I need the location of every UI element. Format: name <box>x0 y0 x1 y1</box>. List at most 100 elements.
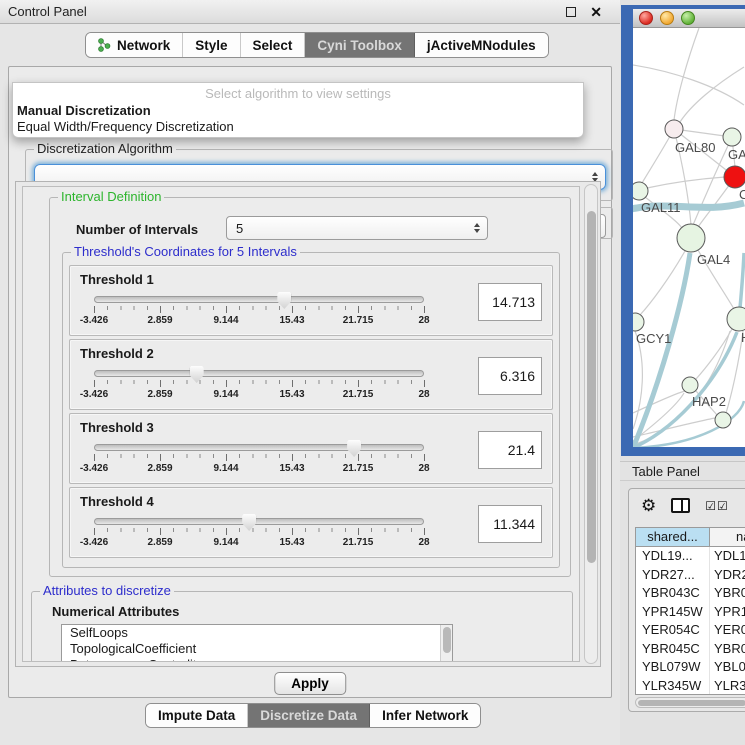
algorithm-dropdown-popup: Select algorithm to view settings Manual… <box>12 82 584 138</box>
tick-label: 15.43 <box>279 315 304 326</box>
settings-viewport: Interval Definition Number of Intervals … <box>22 186 580 662</box>
network-node[interactable] <box>633 313 644 331</box>
network-node[interactable] <box>727 307 745 331</box>
network-node[interactable] <box>633 182 648 200</box>
network-node[interactable] <box>677 224 705 252</box>
table-row[interactable]: YDL19...YDL1 <box>636 547 745 566</box>
tab-label: Impute Data <box>158 708 235 723</box>
network-canvas[interactable]: GAL80GACGAL11GAL4GCY1HHAP2 <box>633 28 745 447</box>
close-icon[interactable]: ✕ <box>590 4 602 21</box>
cell-name[interactable]: YER0 <box>710 621 745 640</box>
table-row[interactable]: YLR345WYLR3 <box>636 677 745 696</box>
cell-shared-name[interactable]: YER054C <box>636 621 710 640</box>
cell-shared-name[interactable]: YLR345W <box>636 677 710 696</box>
cell-shared-name[interactable]: YBL079W <box>636 658 710 677</box>
table-row[interactable]: YBR043CYBR0 <box>636 584 745 603</box>
slider-scale-labels: -3.4262.8599.14415.4321.71528 <box>94 315 424 327</box>
scrollbar-thumb[interactable] <box>587 211 596 563</box>
cell-name[interactable]: YDR2 <box>710 566 745 585</box>
tab-discretize-data[interactable]: Discretize Data <box>248 704 370 727</box>
attribute-list-item[interactable]: TopologicalCoefficient <box>62 641 452 657</box>
settings-vertical-scrollbar[interactable] <box>584 184 598 664</box>
table-row[interactable]: YBL079WYBL0 <box>636 658 745 677</box>
network-window-titlebar[interactable] <box>633 9 745 28</box>
popup-option-equal-width-frequency[interactable]: Equal Width/Frequency Discretization <box>17 119 579 135</box>
scrollbar-thumb[interactable] <box>443 627 451 653</box>
cell-name[interactable]: YBR0 <box>710 584 745 603</box>
tick-label: 15.43 <box>279 537 304 548</box>
list-vertical-scrollbar[interactable] <box>440 625 452 662</box>
column-header-name[interactable]: name <box>710 528 745 546</box>
scrollbar-thumb[interactable] <box>638 700 745 706</box>
cell-shared-name[interactable]: YBR045C <box>636 640 710 659</box>
network-node[interactable] <box>723 128 741 146</box>
table-row[interactable]: YPR145WYPR1 <box>636 603 745 622</box>
cell-name[interactable]: YPR1 <box>710 603 745 622</box>
tick-label: -3.426 <box>80 389 108 400</box>
thresholds-group: Threshold's Coordinates for 5 Intervals … <box>62 252 560 568</box>
control-panel-titlebar: Control Panel ✕ <box>0 0 620 24</box>
tick-label: 21.715 <box>343 315 374 326</box>
cell-name[interactable]: YLR3 <box>710 677 745 696</box>
cell-shared-name[interactable]: YPR145W <box>636 603 710 622</box>
tab-infer-network[interactable]: Infer Network <box>370 704 480 727</box>
threshold-value-field[interactable]: 6.316 <box>478 357 542 395</box>
tick-label: 21.715 <box>343 389 374 400</box>
minimize-traffic-light-icon[interactable] <box>660 11 674 25</box>
network-view-window[interactable]: GAL80GACGAL11GAL4GCY1HHAP2 <box>621 5 745 456</box>
network-node-label: H <box>741 330 745 345</box>
slider-track[interactable] <box>94 370 424 377</box>
attribute-list-item[interactable]: BetweennessCentrality <box>62 657 452 662</box>
tab-select[interactable]: Select <box>241 33 306 57</box>
table-row[interactable]: YBR045CYBR0 <box>636 640 745 659</box>
slider-track[interactable] <box>94 296 424 303</box>
numerical-attributes-list[interactable]: SelfLoopsTopologicalCoefficientBetweenne… <box>61 624 453 662</box>
cell-shared-name[interactable]: YBR043C <box>636 584 710 603</box>
cell-name[interactable]: YBR0 <box>710 640 745 659</box>
tick-label: 28 <box>418 537 429 548</box>
tab-cyni-toolbox[interactable]: Cyni Toolbox <box>305 33 415 57</box>
tab-jactivemnodules[interactable]: jActiveMNodules <box>415 33 548 57</box>
network-node[interactable] <box>682 377 698 393</box>
table-row[interactable]: YDR27...YDR2 <box>636 566 745 585</box>
gear-icon[interactable]: ⚙ <box>641 497 656 514</box>
tab-label: Cyni Toolbox <box>317 38 402 53</box>
tab-impute-data[interactable]: Impute Data <box>146 704 248 727</box>
slider-track[interactable] <box>94 518 424 525</box>
threshold-slider: -3.4262.8599.14415.4321.71528 <box>94 296 424 327</box>
tab-label: Network <box>117 38 170 53</box>
cell-name[interactable]: YDL1 <box>710 547 745 566</box>
apply-button[interactable]: Apply <box>274 672 346 695</box>
column-header-shared[interactable]: shared... <box>636 528 710 546</box>
network-edge <box>740 253 744 308</box>
threshold-slider: -3.4262.8599.14415.4321.71528 <box>94 444 424 475</box>
table-row[interactable]: YER054CYER0 <box>636 621 745 640</box>
tab-style[interactable]: Style <box>183 33 240 57</box>
cell-name[interactable]: YBL0 <box>710 658 745 677</box>
zoom-traffic-light-icon[interactable] <box>681 11 695 25</box>
cell-shared-name[interactable]: YDL19... <box>636 547 710 566</box>
threshold-label: Threshold 4 <box>80 494 154 509</box>
tick-label: 15.43 <box>279 389 304 400</box>
close-traffic-light-icon[interactable] <box>639 11 653 25</box>
cell-shared-name[interactable]: YDR27... <box>636 566 710 585</box>
threshold-value-field[interactable]: 11.344 <box>478 505 542 543</box>
split-columns-icon[interactable] <box>671 498 690 513</box>
network-node[interactable] <box>665 120 683 138</box>
threshold-value: 11.344 <box>479 506 541 542</box>
threshold-value: 21.4 <box>479 432 541 468</box>
threshold-value-field[interactable]: 14.713 <box>478 283 542 321</box>
float-window-icon[interactable] <box>566 7 576 17</box>
table-horizontal-scrollbar[interactable] <box>635 697 745 708</box>
number-of-intervals-combobox[interactable]: 5 <box>226 216 488 240</box>
popup-option-manual-discretization[interactable]: Manual Discretization <box>17 103 579 119</box>
tab-network[interactable]: Network <box>86 33 183 57</box>
slider-ticks <box>94 306 425 314</box>
network-node[interactable] <box>724 166 745 188</box>
network-node[interactable] <box>715 412 731 428</box>
slider-ticks <box>94 528 425 536</box>
slider-track[interactable] <box>94 444 424 451</box>
attribute-list-item[interactable]: SelfLoops <box>62 625 452 641</box>
select-columns-icon[interactable]: ☑☑ <box>705 499 729 513</box>
threshold-value-field[interactable]: 21.4 <box>478 431 542 469</box>
